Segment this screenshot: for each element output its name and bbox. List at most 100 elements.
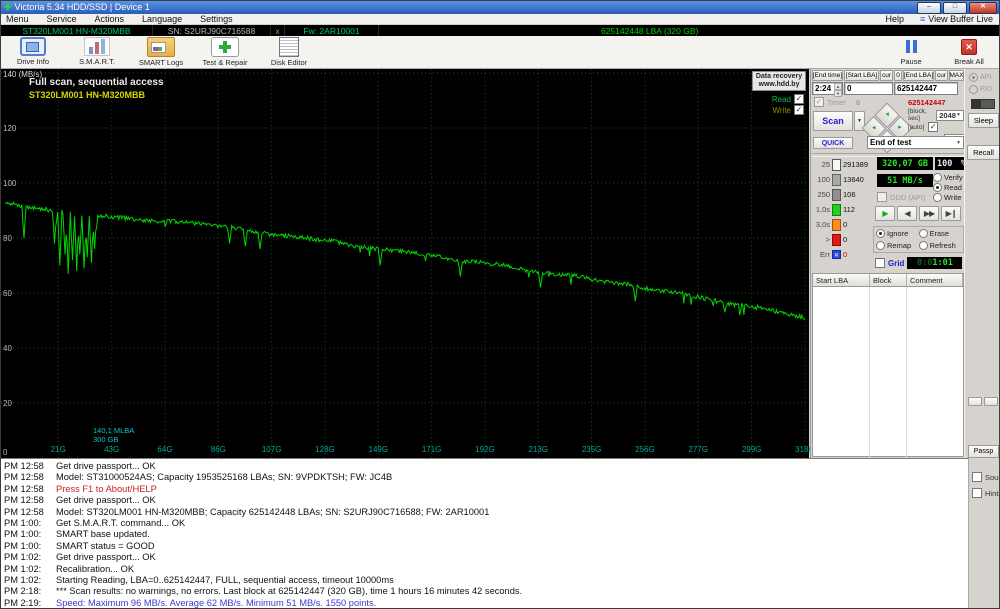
smart-button[interactable]: S.M.A.R.T. (69, 37, 125, 67)
end-time-button[interactable]: [End time] (812, 70, 843, 81)
end-time-spinner[interactable]: ▲ ▼ (834, 83, 842, 97)
x-tick-label: 256G (635, 445, 655, 454)
sound-toggle[interactable]: Sound (972, 472, 999, 482)
mode-radio-read[interactable]: Read (933, 182, 965, 192)
histogram-label: 1,0s (815, 205, 830, 214)
histogram-block[interactable] (832, 218, 841, 231)
radio-icon[interactable] (876, 240, 885, 250)
menu-item-settings[interactable]: Settings (200, 14, 233, 24)
histogram-block[interactable] (832, 188, 841, 201)
log-time: PM 1:02: (4, 563, 42, 574)
mode-radio-verify[interactable]: Verify (933, 172, 965, 182)
histogram-block[interactable] (832, 158, 841, 171)
histogram-block[interactable]: ✕ (832, 250, 841, 259)
jump-forward-button[interactable]: ▶▶ (919, 206, 939, 221)
menu-item-service[interactable]: Service (47, 14, 77, 24)
disk-editor-button[interactable]: Disk Editor (261, 37, 317, 67)
radio-icon[interactable] (933, 182, 942, 192)
mode-radio-write[interactable]: Write (933, 192, 965, 202)
action-radio-remap[interactable]: Remap (876, 240, 919, 251)
jump-end-button[interactable]: ▶❙ (941, 206, 961, 221)
drive-serial: SN: S2URJ90C716588 (153, 25, 271, 36)
hints-checkbox[interactable] (972, 488, 982, 498)
recall-button[interactable]: Recall (967, 145, 999, 160)
break-all-button[interactable]: ✕ Break All (947, 37, 991, 67)
response-histogram: 25 291389 100 13640 250 106 1,0s 112 3,0s 0 >0 Err ✕… (813, 157, 875, 262)
histogram-row: Err ✕ 0 (813, 247, 875, 262)
menu-item-language[interactable]: Language (142, 14, 182, 24)
mini-button-1[interactable] (968, 397, 982, 406)
end-of-test-combo[interactable]: End of test ▼ (867, 136, 964, 149)
block-size-combo[interactable]: 2048 ▼ (936, 109, 964, 121)
ddd-checkbox[interactable] (877, 192, 887, 202)
start-lba-button[interactable]: [Start LBA] (844, 70, 879, 81)
menu-item-menu[interactable]: Menu (6, 14, 29, 24)
step-back-button[interactable]: ◀ (897, 206, 917, 221)
read-legend-toggle[interactable]: Read ✓ (772, 94, 804, 104)
start-lba-field[interactable]: 0 (844, 82, 893, 95)
y-tick-label: 40 (3, 344, 12, 353)
end-lba-cur-button[interactable]: cur (935, 70, 948, 81)
read-checkbox[interactable]: ✓ (794, 94, 804, 104)
histogram-block[interactable] (832, 203, 841, 216)
ddd-api-toggle[interactable]: DDD (API) (877, 192, 925, 202)
histogram-block[interactable] (832, 233, 841, 246)
pio-radio[interactable] (969, 85, 978, 94)
action-radio-ignore[interactable]: Ignore (876, 228, 919, 239)
menu-item-help[interactable]: Help (886, 14, 905, 24)
pio-radio-row[interactable]: PIO (969, 85, 992, 94)
mini-button-2[interactable] (984, 397, 998, 406)
sound-checkbox[interactable] (972, 472, 982, 482)
api-radio-row[interactable]: API (969, 73, 991, 82)
folder-chart-icon (147, 37, 175, 57)
radio-icon[interactable] (918, 229, 928, 239)
histogram-row: >0 (813, 232, 875, 247)
log-text: Model: ST31000524AS; Capacity 1953525168… (56, 472, 393, 483)
menu-item-actions[interactable]: Actions (95, 14, 125, 24)
write-checkbox[interactable]: ✓ (794, 105, 804, 115)
test-repair-button[interactable]: Test & Repair (197, 37, 253, 67)
auto-checkbox[interactable]: ✓ (928, 122, 939, 132)
grid-checkbox[interactable] (875, 258, 885, 268)
drive-info-button[interactable]: Drive Info (5, 37, 61, 67)
scan-graph[interactable]: 140 (MB/s) 120 100 80 60 40 20 0 21G 43G 64G 86G 1… (1, 69, 815, 458)
timer-checkbox[interactable]: ✓ (814, 97, 824, 107)
histogram-count: 13640 (843, 175, 864, 184)
pause-button[interactable]: Pause (889, 37, 933, 67)
end-lba-button[interactable]: [End LBA] (903, 70, 934, 81)
hints-toggle[interactable]: Hints (972, 488, 999, 498)
sleep-button[interactable]: Sleep (968, 113, 999, 128)
action-radio-refresh[interactable]: Refresh (918, 240, 962, 251)
start-button[interactable]: ▶ (875, 206, 895, 221)
radio-icon[interactable] (933, 172, 942, 182)
scan-button[interactable]: Scan (813, 111, 853, 131)
radio-icon[interactable] (933, 192, 942, 202)
maximize-button[interactable]: □ (943, 1, 967, 14)
x-tick-label: 299G (741, 445, 762, 454)
action-radio-erase[interactable]: Erase (918, 228, 962, 239)
log-line: PM 1:02: Get drive passport... OK (4, 552, 968, 563)
quick-button[interactable]: QUICK (813, 137, 853, 149)
start-lba-zero-button[interactable]: 0 (894, 70, 902, 81)
defect-action-radio-group: Ignore Erase Remap Refresh (873, 226, 964, 253)
activity-bar (971, 99, 995, 109)
start-lba-cur-button[interactable]: cur (880, 70, 893, 81)
radio-icon[interactable] (918, 240, 928, 250)
speed-lcd: 51 MB/s (877, 174, 933, 187)
log-text: SMART base updated. (56, 529, 150, 540)
write-legend-toggle[interactable]: Write ✓ (772, 105, 804, 115)
close-button[interactable]: ✕ (969, 1, 997, 14)
log-text: *** Scan results: no warnings, no errors… (56, 586, 523, 597)
end-lba-field[interactable]: 625142447 (894, 82, 958, 95)
radio-icon[interactable] (876, 229, 885, 239)
passport-button[interactable]: Passp (968, 445, 999, 458)
api-radio[interactable] (969, 73, 978, 82)
minimize-button[interactable]: – (917, 1, 941, 14)
log-text: Starting Reading, LBA=0..625142447, FULL… (56, 575, 394, 586)
green-cross-icon (211, 37, 239, 57)
view-buffer-live-button[interactable]: ≡ View Buffer Live (920, 14, 993, 24)
end-time-field[interactable]: 2:24 ▲ ▼ (812, 82, 843, 97)
histogram-block[interactable] (832, 173, 841, 186)
end-lba-max-button[interactable]: MAX (949, 70, 964, 81)
smart-logs-button[interactable]: SMART Logs (133, 37, 189, 67)
